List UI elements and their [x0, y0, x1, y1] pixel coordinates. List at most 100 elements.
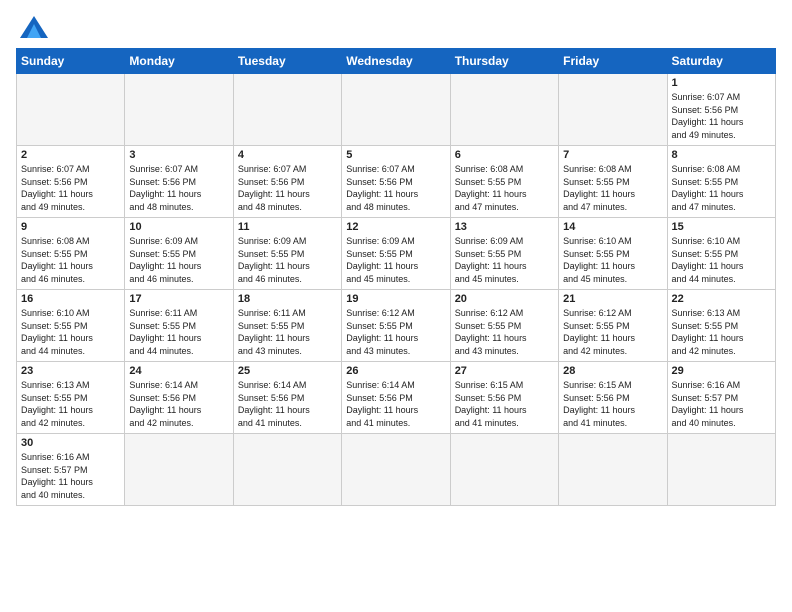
- day-number: 13: [455, 221, 554, 233]
- day-number: 26: [346, 365, 445, 377]
- day-number: 29: [672, 365, 771, 377]
- day-number: 12: [346, 221, 445, 233]
- day-info: Sunrise: 6:13 AM Sunset: 5:55 PM Dayligh…: [21, 379, 120, 429]
- calendar-cell: 12 Sunrise: 6:09 AM Sunset: 5:55 PM Dayli…: [342, 218, 450, 290]
- day-info: Sunrise: 6:08 AM Sunset: 5:55 PM Dayligh…: [563, 163, 662, 213]
- logo: [16, 16, 48, 38]
- calendar-cell: 3 Sunrise: 6:07 AM Sunset: 5:56 PM Daylig…: [125, 146, 233, 218]
- day-number: 9: [21, 221, 120, 233]
- calendar-cell: [233, 434, 341, 506]
- day-info: Sunrise: 6:12 AM Sunset: 5:55 PM Dayligh…: [455, 307, 554, 357]
- day-number: 6: [455, 149, 554, 161]
- day-number: 25: [238, 365, 337, 377]
- calendar-week-row: 30Sunrise: 6:16 AM Sunset: 5:57 PM Dayli…: [17, 434, 776, 506]
- day-info: Sunrise: 6:13 AM Sunset: 5:55 PM Dayligh…: [672, 307, 771, 357]
- calendar-cell: 27Sunrise: 6:15 AM Sunset: 5:56 PM Dayli…: [450, 362, 558, 434]
- calendar-week-row: 23 Sunrise: 6:13 AM Sunset: 5:55 PM Dayli…: [17, 362, 776, 434]
- calendar-cell: 7Sunrise: 6:08 AM Sunset: 5:55 PM Daylig…: [559, 146, 667, 218]
- calendar-day-header: Tuesday: [233, 49, 341, 74]
- day-info: Sunrise: 6:09 AM Sunset: 5:55 PM Dayligh…: [238, 235, 337, 285]
- calendar-cell: 4 Sunrise: 6:07 AM Sunset: 5:56 PM Daylig…: [233, 146, 341, 218]
- calendar-cell: 16 Sunrise: 6:10 AM Sunset: 5:55 PM Dayli…: [17, 290, 125, 362]
- calendar-cell: 13Sunrise: 6:09 AM Sunset: 5:55 PM Dayli…: [450, 218, 558, 290]
- day-info: Sunrise: 6:10 AM Sunset: 5:55 PM Dayligh…: [563, 235, 662, 285]
- calendar-cell: 10 Sunrise: 6:09 AM Sunset: 5:55 PM Dayli…: [125, 218, 233, 290]
- calendar-cell: 21Sunrise: 6:12 AM Sunset: 5:55 PM Dayli…: [559, 290, 667, 362]
- calendar-day-header: Wednesday: [342, 49, 450, 74]
- calendar-cell: 19Sunrise: 6:12 AM Sunset: 5:55 PM Dayli…: [342, 290, 450, 362]
- calendar-cell: [125, 434, 233, 506]
- calendar-cell: [450, 434, 558, 506]
- header: [16, 16, 776, 38]
- logo-icon: [20, 16, 48, 38]
- calendar-cell: 2Sunrise: 6:07 AM Sunset: 5:56 PM Daylig…: [17, 146, 125, 218]
- day-number: 28: [563, 365, 662, 377]
- calendar-cell: 24Sunrise: 6:14 AM Sunset: 5:56 PM Dayli…: [125, 362, 233, 434]
- day-number: 10: [129, 221, 228, 233]
- calendar-cell: [17, 74, 125, 146]
- page: SundayMondayTuesdayWednesdayThursdayFrid…: [0, 0, 792, 516]
- day-info: Sunrise: 6:08 AM Sunset: 5:55 PM Dayligh…: [21, 235, 120, 285]
- day-info: Sunrise: 6:11 AM Sunset: 5:55 PM Dayligh…: [238, 307, 337, 357]
- day-number: 8: [672, 149, 771, 161]
- calendar-cell: [342, 434, 450, 506]
- calendar-cell: 1 Sunrise: 6:07 AM Sunset: 5:56 PM Daylig…: [667, 74, 775, 146]
- calendar-header-row: SundayMondayTuesdayWednesdayThursdayFrid…: [17, 49, 776, 74]
- day-info: Sunrise: 6:09 AM Sunset: 5:55 PM Dayligh…: [129, 235, 228, 285]
- day-number: 17: [129, 293, 228, 305]
- day-number: 5: [346, 149, 445, 161]
- day-info: Sunrise: 6:09 AM Sunset: 5:55 PM Dayligh…: [346, 235, 445, 285]
- day-number: 11: [238, 221, 337, 233]
- calendar-cell: [667, 434, 775, 506]
- calendar-cell: 9 Sunrise: 6:08 AM Sunset: 5:55 PM Daylig…: [17, 218, 125, 290]
- calendar-cell: 5Sunrise: 6:07 AM Sunset: 5:56 PM Daylig…: [342, 146, 450, 218]
- calendar-cell: 25Sunrise: 6:14 AM Sunset: 5:56 PM Dayli…: [233, 362, 341, 434]
- calendar-week-row: 1 Sunrise: 6:07 AM Sunset: 5:56 PM Daylig…: [17, 74, 776, 146]
- day-number: 24: [129, 365, 228, 377]
- day-info: Sunrise: 6:11 AM Sunset: 5:55 PM Dayligh…: [129, 307, 228, 357]
- calendar-cell: 30Sunrise: 6:16 AM Sunset: 5:57 PM Dayli…: [17, 434, 125, 506]
- calendar-cell: [233, 74, 341, 146]
- day-number: 16: [21, 293, 120, 305]
- day-number: 3: [129, 149, 228, 161]
- day-info: Sunrise: 6:08 AM Sunset: 5:55 PM Dayligh…: [672, 163, 771, 213]
- day-info: Sunrise: 6:07 AM Sunset: 5:56 PM Dayligh…: [129, 163, 228, 213]
- day-info: Sunrise: 6:15 AM Sunset: 5:56 PM Dayligh…: [563, 379, 662, 429]
- calendar-day-header: Sunday: [17, 49, 125, 74]
- day-number: 23: [21, 365, 120, 377]
- calendar-cell: [125, 74, 233, 146]
- day-number: 18: [238, 293, 337, 305]
- day-info: Sunrise: 6:16 AM Sunset: 5:57 PM Dayligh…: [672, 379, 771, 429]
- calendar: SundayMondayTuesdayWednesdayThursdayFrid…: [16, 48, 776, 506]
- calendar-cell: 20 Sunrise: 6:12 AM Sunset: 5:55 PM Dayli…: [450, 290, 558, 362]
- day-info: Sunrise: 6:14 AM Sunset: 5:56 PM Dayligh…: [346, 379, 445, 429]
- calendar-cell: 8 Sunrise: 6:08 AM Sunset: 5:55 PM Daylig…: [667, 146, 775, 218]
- day-info: Sunrise: 6:08 AM Sunset: 5:55 PM Dayligh…: [455, 163, 554, 213]
- calendar-cell: 26 Sunrise: 6:14 AM Sunset: 5:56 PM Dayli…: [342, 362, 450, 434]
- calendar-cell: 23 Sunrise: 6:13 AM Sunset: 5:55 PM Dayli…: [17, 362, 125, 434]
- day-number: 15: [672, 221, 771, 233]
- calendar-cell: [559, 74, 667, 146]
- day-info: Sunrise: 6:07 AM Sunset: 5:56 PM Dayligh…: [21, 163, 120, 213]
- calendar-cell: 11 Sunrise: 6:09 AM Sunset: 5:55 PM Dayli…: [233, 218, 341, 290]
- day-info: Sunrise: 6:10 AM Sunset: 5:55 PM Dayligh…: [672, 235, 771, 285]
- day-info: Sunrise: 6:10 AM Sunset: 5:55 PM Dayligh…: [21, 307, 120, 357]
- day-number: 21: [563, 293, 662, 305]
- day-number: 20: [455, 293, 554, 305]
- calendar-week-row: 9 Sunrise: 6:08 AM Sunset: 5:55 PM Daylig…: [17, 218, 776, 290]
- day-info: Sunrise: 6:07 AM Sunset: 5:56 PM Dayligh…: [238, 163, 337, 213]
- day-number: 1: [672, 77, 771, 89]
- calendar-cell: [342, 74, 450, 146]
- day-number: 4: [238, 149, 337, 161]
- calendar-cell: 17 Sunrise: 6:11 AM Sunset: 5:55 PM Dayli…: [125, 290, 233, 362]
- calendar-cell: 28 Sunrise: 6:15 AM Sunset: 5:56 PM Dayli…: [559, 362, 667, 434]
- day-info: Sunrise: 6:07 AM Sunset: 5:56 PM Dayligh…: [672, 91, 771, 141]
- day-number: 30: [21, 437, 120, 449]
- calendar-cell: 15 Sunrise: 6:10 AM Sunset: 5:55 PM Dayli…: [667, 218, 775, 290]
- calendar-day-header: Friday: [559, 49, 667, 74]
- calendar-cell: 29 Sunrise: 6:16 AM Sunset: 5:57 PM Dayli…: [667, 362, 775, 434]
- calendar-week-row: 16 Sunrise: 6:10 AM Sunset: 5:55 PM Dayli…: [17, 290, 776, 362]
- day-info: Sunrise: 6:15 AM Sunset: 5:56 PM Dayligh…: [455, 379, 554, 429]
- calendar-cell: 14 Sunrise: 6:10 AM Sunset: 5:55 PM Dayli…: [559, 218, 667, 290]
- day-number: 14: [563, 221, 662, 233]
